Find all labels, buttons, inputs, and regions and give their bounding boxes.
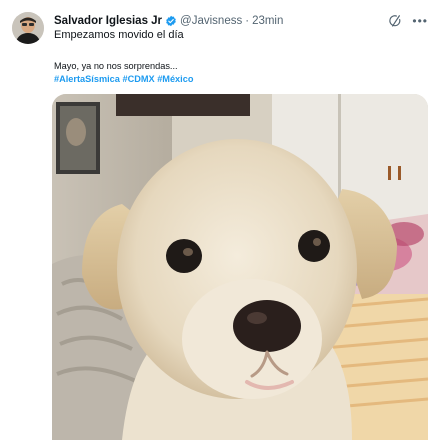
hashtag-mexico[interactable]: #México	[157, 74, 193, 84]
puppy-photo	[52, 94, 428, 440]
tweet-text: Mayo, ya no nos sorprendas...	[54, 61, 178, 71]
tweet-time[interactable]: 23min	[252, 15, 283, 27]
hashtag-cdmx[interactable]: #CDMX	[122, 74, 154, 84]
header-actions: •••	[388, 14, 428, 28]
hashtag-alerta-sismica[interactable]: #AlertaSísmica	[54, 74, 120, 84]
hashtag-list: #AlertaSísmica #CDMX #México	[54, 73, 193, 86]
tweet-header: Salvador Iglesias Jr @Javisness · 23min …	[54, 12, 428, 30]
separator-dot: ·	[245, 15, 250, 27]
tweet-media-photo[interactable]	[52, 94, 428, 440]
tweet-line1: Empezamos movido el día	[54, 29, 184, 41]
avatar-image	[12, 12, 44, 44]
more-icon[interactable]: •••	[412, 15, 428, 27]
verified-badge-icon	[166, 15, 176, 27]
grok-icon[interactable]	[388, 14, 402, 28]
author-handle[interactable]: @Javisness	[180, 15, 242, 27]
author-name[interactable]: Salvador Iglesias Jr	[54, 15, 162, 27]
author-avatar[interactable]	[12, 12, 44, 44]
tweet-body: Mayo, ya no nos sorprendas... #AlertaSís…	[54, 60, 193, 86]
